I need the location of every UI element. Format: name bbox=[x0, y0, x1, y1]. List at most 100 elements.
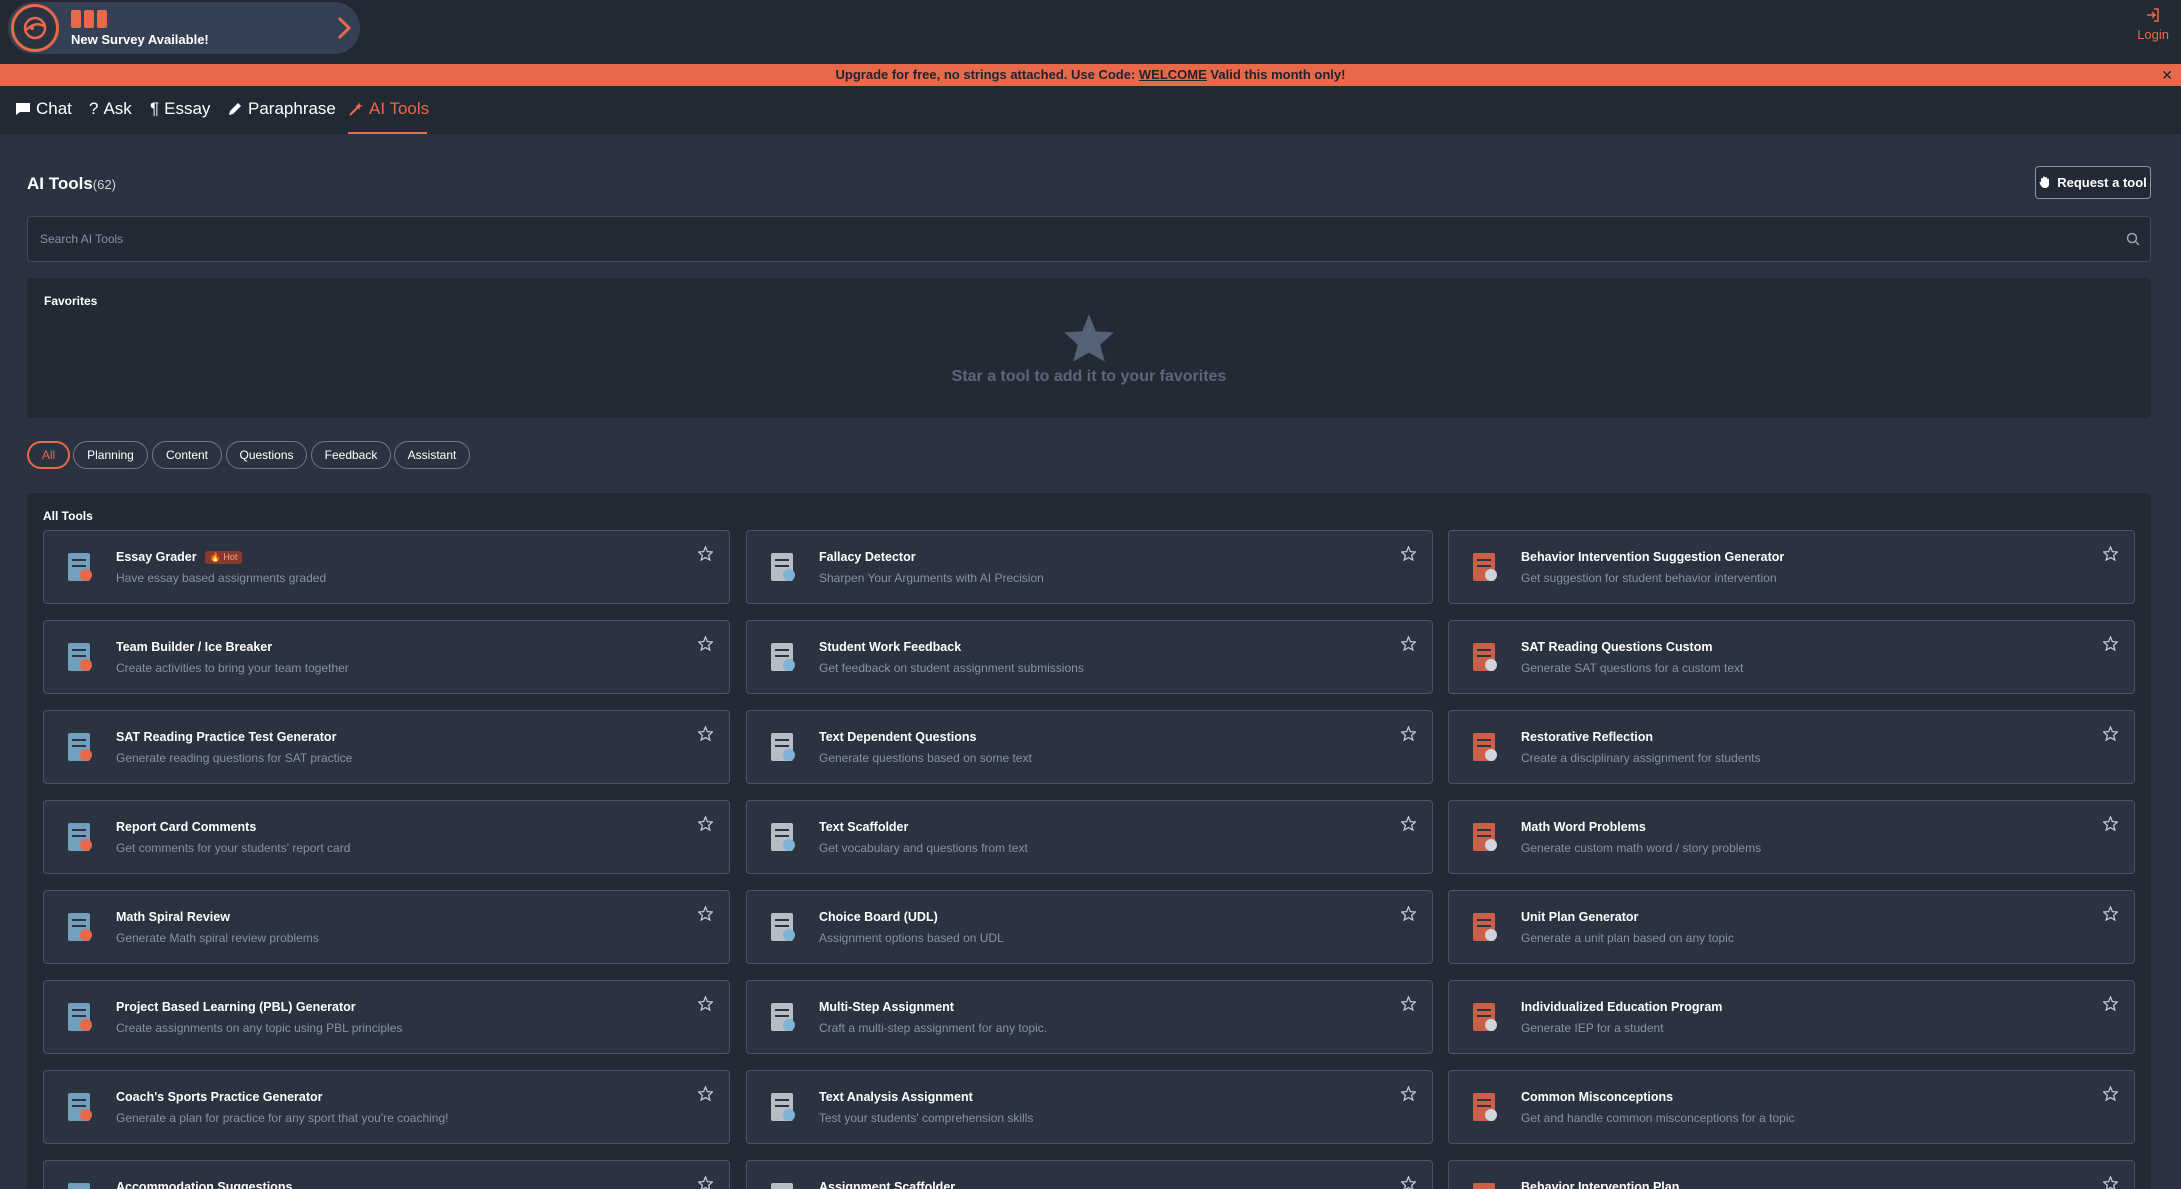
bowtie-icon bbox=[1465, 727, 1505, 767]
tool-card[interactable]: Student Work Feedback Get feedback on stu… bbox=[746, 620, 1433, 694]
tool-card[interactable]: Report Card Comments Get comments for you… bbox=[43, 800, 730, 874]
filter-all[interactable]: All bbox=[27, 441, 70, 469]
tool-card[interactable]: Coach's Sports Practice Generator Generat… bbox=[43, 1070, 730, 1144]
star-outline-icon[interactable] bbox=[2102, 995, 2119, 1016]
hand-icon bbox=[2039, 176, 2050, 188]
tab-label: Chat bbox=[36, 99, 72, 118]
close-icon[interactable]: ✕ bbox=[2161, 64, 2173, 86]
search-icon[interactable] bbox=[2126, 232, 2140, 246]
tool-description: Craft a multi-step assignment for any to… bbox=[819, 1021, 1048, 1035]
tool-card[interactable]: Text Scaffolder Get vocabulary and questi… bbox=[746, 800, 1433, 874]
tool-title: Fallacy Detector bbox=[819, 550, 916, 564]
filter-content[interactable]: Content bbox=[152, 441, 222, 469]
star-outline-icon[interactable] bbox=[697, 1175, 714, 1189]
tool-title: Choice Board (UDL) bbox=[819, 910, 938, 924]
active-tab-indicator bbox=[348, 132, 427, 134]
star-outline-icon[interactable] bbox=[1400, 995, 1417, 1016]
tool-card[interactable]: Accommodation Suggestions bbox=[43, 1160, 730, 1189]
tool-title: Math Spiral Review bbox=[116, 910, 230, 924]
tool-description: Create a disciplinary assignment for stu… bbox=[1521, 751, 1761, 765]
tab-chat[interactable]: Chat bbox=[15, 99, 72, 119]
page-title-text: AI Tools bbox=[27, 174, 93, 193]
filter-feedback[interactable]: Feedback bbox=[311, 441, 391, 469]
star-outline-icon[interactable] bbox=[1400, 725, 1417, 746]
tool-card[interactable]: Behavior Intervention Plan bbox=[1448, 1160, 2135, 1189]
filter-planning[interactable]: Planning bbox=[73, 441, 148, 469]
tool-title: Coach's Sports Practice Generator bbox=[116, 1090, 323, 1104]
page-title: AI Tools(62) bbox=[27, 174, 116, 194]
star-outline-icon[interactable] bbox=[2102, 635, 2119, 656]
star-outline-icon[interactable] bbox=[697, 995, 714, 1016]
tool-title-text: Choice Board (UDL) bbox=[819, 910, 938, 924]
star-outline-icon[interactable] bbox=[1400, 1175, 1417, 1189]
tool-title: Assignment Scaffolder bbox=[819, 1180, 955, 1189]
tool-card[interactable]: Text Dependent Questions Generate questio… bbox=[746, 710, 1433, 784]
star-outline-icon[interactable] bbox=[1400, 545, 1417, 566]
star-outline-icon[interactable] bbox=[697, 1085, 714, 1106]
tool-card[interactable]: Text Analysis Assignment Test your studen… bbox=[746, 1070, 1433, 1144]
tool-title: Text Scaffolder bbox=[819, 820, 908, 834]
tool-card[interactable]: Common Misconceptions Get and handle comm… bbox=[1448, 1070, 2135, 1144]
math-icon bbox=[1465, 817, 1505, 857]
hot-label: Hot bbox=[223, 552, 238, 562]
life-ring-icon bbox=[1465, 997, 1505, 1037]
login-icon bbox=[2137, 8, 2169, 25]
tab-ai-tools[interactable]: AI Tools bbox=[348, 99, 429, 119]
tool-card[interactable]: Math Spiral Review Generate Math spiral r… bbox=[43, 890, 730, 964]
promo-code[interactable]: WELCOME bbox=[1139, 67, 1207, 82]
tool-card[interactable]: Restorative Reflection Create a disciplin… bbox=[1448, 710, 2135, 784]
star-outline-icon[interactable] bbox=[1400, 905, 1417, 926]
tool-card[interactable]: Project Based Learning (PBL) Generator Cr… bbox=[43, 980, 730, 1054]
tool-card[interactable]: Choice Board (UDL) Assignment options bas… bbox=[746, 890, 1433, 964]
chevron-right-icon[interactable] bbox=[336, 16, 352, 45]
tool-card[interactable]: Fallacy Detector Sharpen Your Arguments w… bbox=[746, 530, 1433, 604]
request-tool-button[interactable]: Request a tool bbox=[2035, 166, 2151, 199]
star-outline-icon[interactable] bbox=[1400, 1085, 1417, 1106]
star-outline-icon[interactable] bbox=[697, 905, 714, 926]
star-outline-icon[interactable] bbox=[697, 635, 714, 656]
main-nav: Chat ? Ask ¶ Essay Paraphrase AI Tools bbox=[0, 86, 2181, 134]
tab-ask[interactable]: ? Ask bbox=[89, 99, 132, 119]
star-outline-icon[interactable] bbox=[2102, 905, 2119, 926]
tool-title: Report Card Comments bbox=[116, 820, 256, 834]
tool-card[interactable]: SAT Reading Questions Custom Generate SAT… bbox=[1448, 620, 2135, 694]
tool-card[interactable]: Math Word Problems Generate custom math w… bbox=[1448, 800, 2135, 874]
request-tool-label: Request a tool bbox=[2057, 175, 2147, 190]
star-outline-icon[interactable] bbox=[697, 545, 714, 566]
tool-description: Create activities to bring your team tog… bbox=[116, 661, 349, 675]
tool-card[interactable]: Multi-Step Assignment Craft a multi-step … bbox=[746, 980, 1433, 1054]
star-outline-icon[interactable] bbox=[1400, 815, 1417, 836]
survey-banner[interactable]: New Survey Available! bbox=[8, 2, 360, 54]
tab-paraphrase[interactable]: Paraphrase bbox=[227, 99, 336, 119]
checklist-icon bbox=[763, 907, 803, 947]
tool-title-text: Text Scaffolder bbox=[819, 820, 909, 834]
filter-assistant[interactable]: Assistant bbox=[394, 441, 470, 469]
tool-title-text: Math Spiral Review bbox=[116, 910, 230, 924]
tool-card[interactable]: Essay Grader 🔥 Hot Have essay based assign… bbox=[43, 530, 730, 604]
star-outline-icon[interactable] bbox=[1400, 635, 1417, 656]
tool-card[interactable]: Unit Plan Generator Generate a unit plan … bbox=[1448, 890, 2135, 964]
scaffold-icon bbox=[763, 817, 803, 857]
tool-title-text: SAT Reading Questions Custom bbox=[1521, 640, 1713, 654]
star-outline-icon[interactable] bbox=[697, 725, 714, 746]
star-outline-icon[interactable] bbox=[2102, 815, 2119, 836]
login-button[interactable]: Login bbox=[2137, 8, 2169, 42]
star-outline-icon[interactable] bbox=[2102, 1085, 2119, 1106]
tool-card[interactable]: Assignment Scaffolder bbox=[746, 1160, 1433, 1189]
tool-card[interactable]: SAT Reading Practice Test Generator Gener… bbox=[43, 710, 730, 784]
star-outline-icon[interactable] bbox=[2102, 545, 2119, 566]
star-outline-icon[interactable] bbox=[697, 815, 714, 836]
filter-questions[interactable]: Questions bbox=[226, 441, 307, 469]
tool-title-text: Behavior Intervention Plan bbox=[1521, 1180, 1680, 1189]
question-bubbles-icon bbox=[763, 727, 803, 767]
question-board-icon bbox=[1465, 1087, 1505, 1127]
search-input[interactable] bbox=[40, 217, 2100, 261]
chat-icon bbox=[16, 103, 30, 115]
tool-card[interactable]: Individualized Education Program Generate… bbox=[1448, 980, 2135, 1054]
tool-card[interactable]: Behavior Intervention Suggestion Generat… bbox=[1448, 530, 2135, 604]
tool-title-text: Math Word Problems bbox=[1521, 820, 1646, 834]
star-outline-icon[interactable] bbox=[2102, 725, 2119, 746]
tool-card[interactable]: Team Builder / Ice Breaker Create activit… bbox=[43, 620, 730, 694]
star-outline-icon[interactable] bbox=[2102, 1175, 2119, 1189]
tab-essay[interactable]: ¶ Essay bbox=[150, 99, 210, 119]
